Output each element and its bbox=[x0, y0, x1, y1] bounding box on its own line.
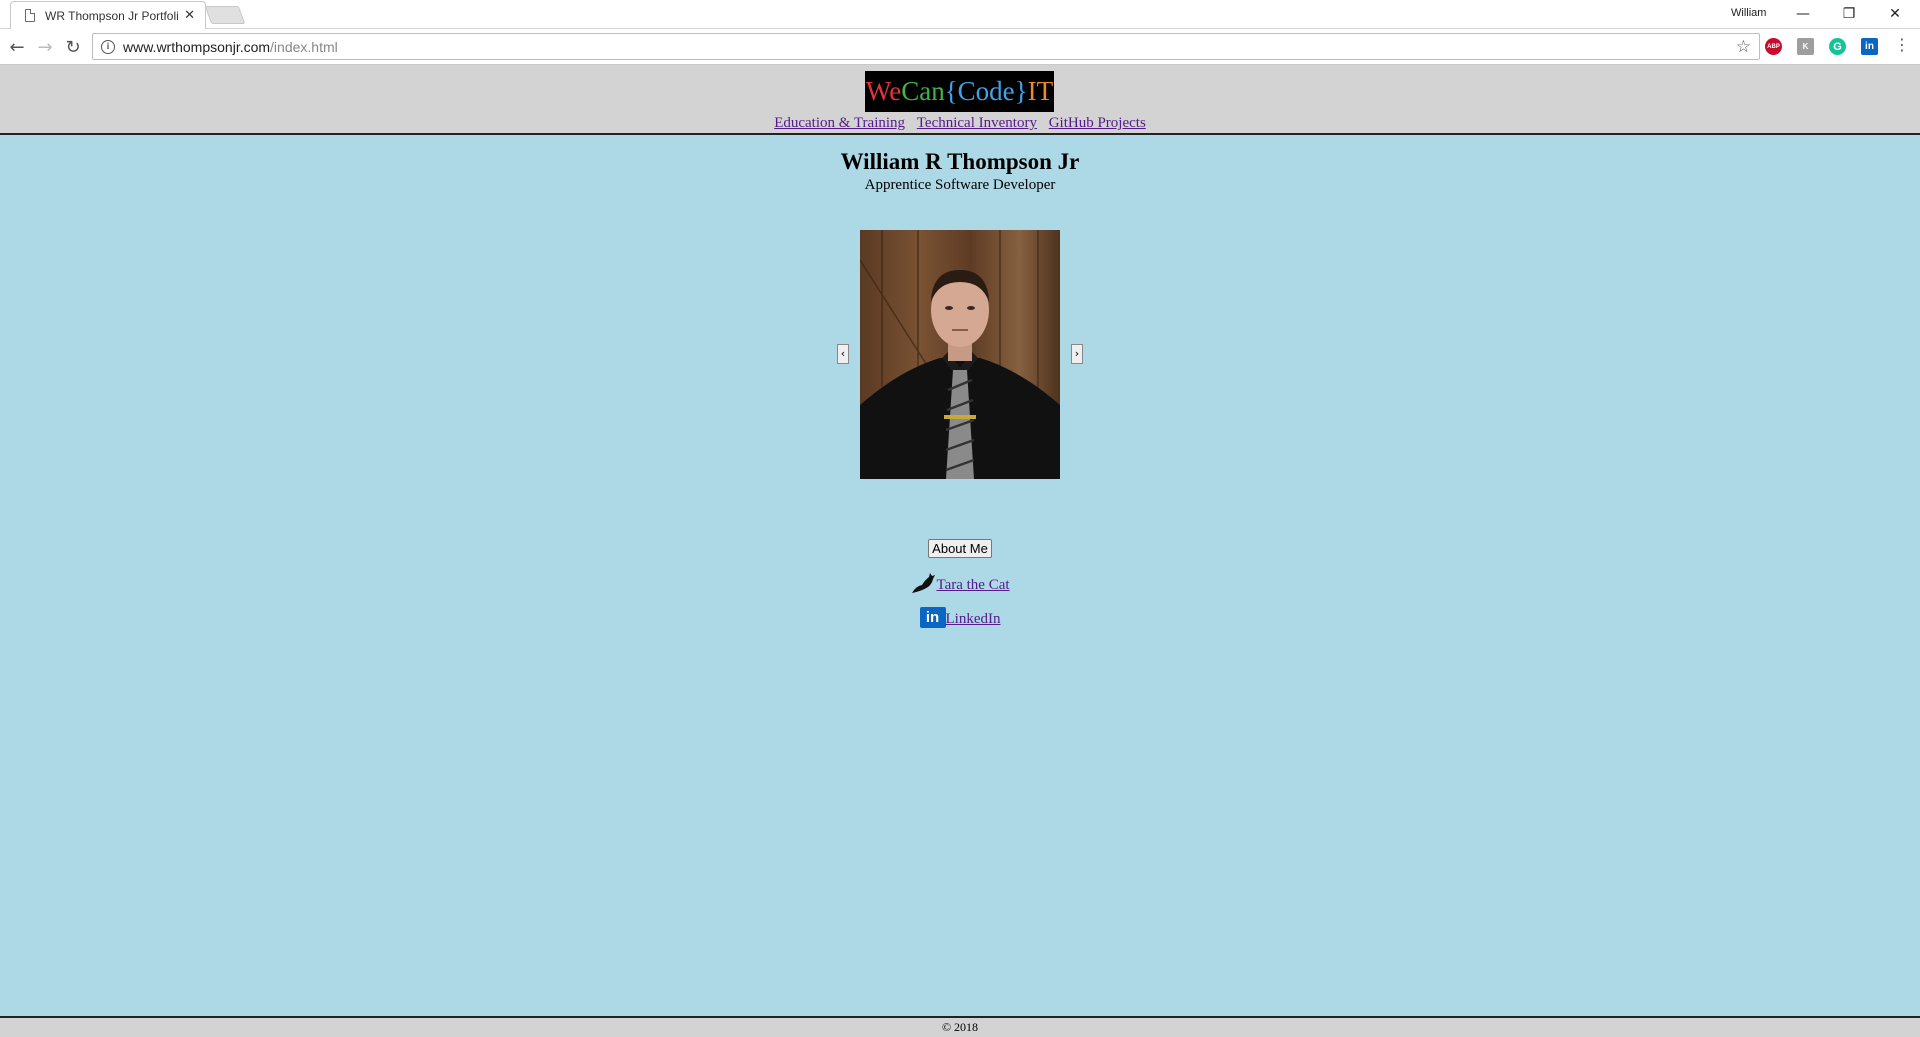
bookmark-star-icon[interactable]: ☆ bbox=[1736, 37, 1751, 57]
cat-icon bbox=[912, 573, 936, 593]
site-nav: Education & Training Technical Inventory… bbox=[0, 115, 1920, 132]
extension-gray-icon[interactable]: K bbox=[1797, 38, 1814, 55]
back-icon[interactable]: ← bbox=[5, 35, 29, 59]
address-bar[interactable]: i www.wrthompsonjr.com/index.html ☆ bbox=[92, 33, 1760, 60]
forward-icon[interactable]: → bbox=[33, 35, 57, 59]
browser-menu-icon[interactable]: ⋮ bbox=[1894, 37, 1910, 53]
restore-icon[interactable]: ❐ bbox=[1826, 0, 1872, 28]
linkedin-icon: in bbox=[919, 607, 946, 628]
logo-code: {Code} bbox=[944, 76, 1028, 106]
nav-link-github-projects[interactable]: GitHub Projects bbox=[1049, 115, 1146, 131]
close-window-icon[interactable]: ✕ bbox=[1872, 0, 1918, 28]
site-logo: We Can {Code} IT bbox=[865, 71, 1054, 112]
profile-name[interactable]: William bbox=[1731, 7, 1766, 19]
browser-toolbar: ← → ↻ i www.wrthompsonjr.com/index.html … bbox=[0, 29, 1920, 65]
site-footer: © 2018 bbox=[0, 1016, 1920, 1037]
slider-prev-button[interactable]: ‹ bbox=[837, 344, 849, 364]
page-icon bbox=[25, 9, 35, 22]
copyright-text: © 2018 bbox=[941, 1020, 979, 1034]
url-path: /index.html bbox=[270, 38, 338, 55]
page-subtitle: Apprentice Software Developer bbox=[864, 177, 1056, 193]
url-host: www.wrthompsonjr.com bbox=[123, 38, 271, 55]
slider-next-button[interactable]: › bbox=[1071, 344, 1083, 364]
linkedin-ext-icon[interactable]: in bbox=[1861, 38, 1878, 55]
profile-photo bbox=[860, 230, 1060, 479]
logo-we: We bbox=[865, 76, 902, 106]
info-icon[interactable]: i bbox=[101, 39, 115, 54]
profile-photo-graphic bbox=[860, 230, 1060, 479]
cat-link-row: Tara the Cat bbox=[0, 572, 1920, 594]
site-header: We Can {Code} IT Education & Training Techn… bbox=[0, 65, 1920, 135]
grammarly-icon[interactable]: G bbox=[1829, 38, 1846, 55]
new-tab-button[interactable] bbox=[204, 6, 246, 24]
about-me-button[interactable]: About Me bbox=[928, 539, 992, 558]
nav-link-technical-inventory[interactable]: Technical Inventory bbox=[917, 115, 1037, 131]
linkedin-link-row: in LinkedIn bbox=[0, 607, 1920, 628]
browser-tab[interactable]: WR Thompson Jr Portfoli ✕ bbox=[10, 1, 206, 29]
tab-close-icon[interactable]: ✕ bbox=[184, 8, 195, 23]
nav-link-education[interactable]: Education & Training bbox=[774, 115, 905, 131]
adblock-plus-icon[interactable]: ABP bbox=[1765, 38, 1782, 55]
linkedin-link[interactable]: LinkedIn bbox=[946, 611, 1001, 628]
tara-the-cat-link[interactable]: Tara the Cat bbox=[936, 577, 1009, 594]
browser-tabstrip: WR Thompson Jr Portfoli ✕ William — ❐ ✕ bbox=[0, 0, 1920, 29]
tab-title: WR Thompson Jr Portfoli bbox=[45, 8, 179, 23]
reload-icon[interactable]: ↻ bbox=[61, 35, 85, 59]
logo-it: IT bbox=[1027, 76, 1054, 106]
minimize-icon[interactable]: — bbox=[1780, 0, 1826, 28]
logo-can: Can bbox=[901, 76, 945, 106]
page-title: William R Thompson Jr bbox=[840, 149, 1080, 174]
